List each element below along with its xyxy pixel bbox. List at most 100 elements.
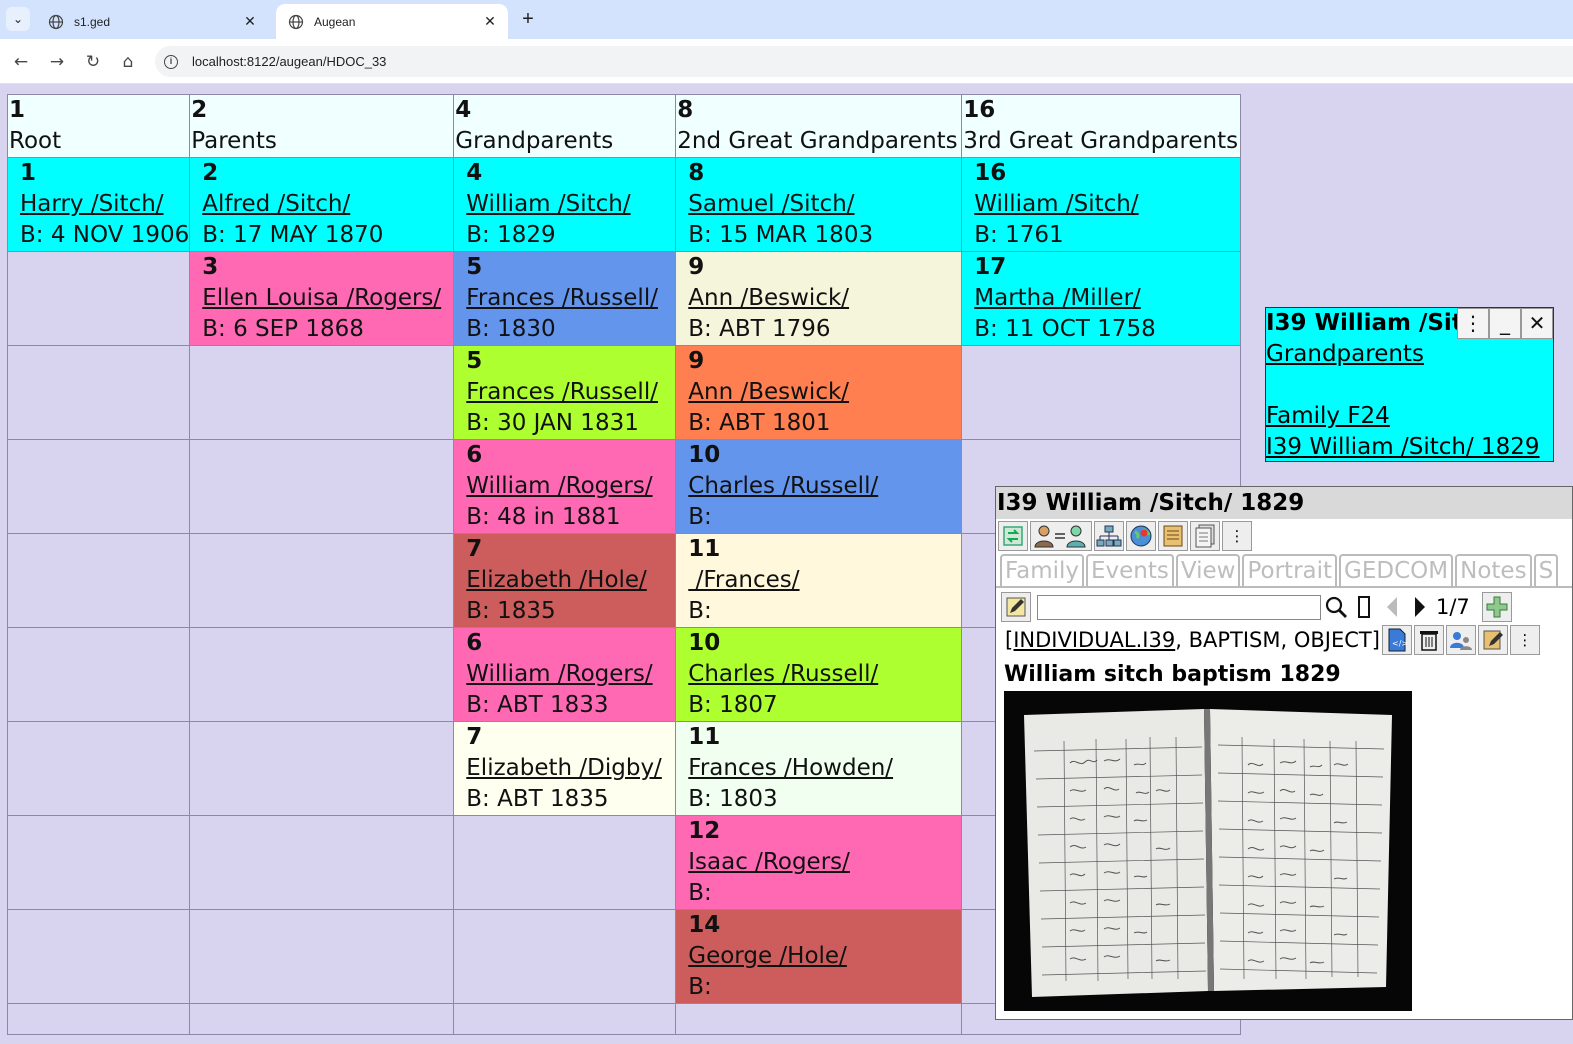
person-cell: 10 Charles /Russell/B: — [675, 439, 963, 534]
empty-cell — [189, 533, 455, 628]
person-link[interactable]: Alfred /Sitch/ — [202, 189, 453, 220]
person-link[interactable]: Ann /Beswick/ — [688, 283, 961, 314]
empty-cell — [6, 533, 191, 628]
edit-note-icon[interactable] — [1477, 625, 1508, 655]
person-cell: 14 George /Hole/B: — [675, 909, 963, 1004]
minimize-icon[interactable]: _ — [1489, 308, 1521, 339]
person-link[interactable]: Ellen Louisa /Rogers/ — [202, 283, 453, 314]
individual-link[interactable]: I39 William /Sitch/ 1829 — [1266, 432, 1553, 461]
site-info-icon[interactable]: i — [164, 54, 178, 69]
empty-cell — [6, 439, 191, 534]
person-link[interactable]: William /Rogers/ — [466, 471, 675, 502]
person-link[interactable]: Martha /Miller/ — [974, 283, 1240, 314]
address-bar[interactable]: i localhost:8122/augean/HDOC_33 — [155, 46, 1573, 77]
person-link[interactable]: William /Sitch/ — [974, 189, 1240, 220]
grandparents-link[interactable]: Grandparents — [1266, 339, 1553, 370]
person-link[interactable]: Frances /Howden/ — [688, 753, 961, 784]
generation-header: 8 2nd Great Grandparents — [675, 94, 963, 158]
tab-portrait[interactable]: Portrait — [1242, 554, 1338, 587]
empty-cell — [189, 721, 455, 816]
tab-family[interactable]: Family — [1000, 554, 1085, 587]
tab-title: Augean — [314, 14, 356, 29]
source-code-icon[interactable]: </> — [1381, 625, 1412, 655]
person-link[interactable]: William /Sitch/ — [466, 189, 675, 220]
person-cell: 9 Ann /Beswick/B: ABT 1801 — [675, 345, 963, 440]
person-cell: 6 William /Rogers/B: 48 in 1881 — [453, 439, 677, 534]
person-link[interactable]: Charles /Russell/ — [688, 659, 961, 690]
media-pager: 1/7 — [1436, 595, 1470, 619]
person-link[interactable]: Frances /Russell/ — [466, 377, 675, 408]
tab-s[interactable]: S — [1533, 554, 1559, 587]
person-link[interactable]: Isaac /Rogers/ — [688, 847, 961, 878]
tab-search-chevron-down-icon[interactable]: ⌄ — [6, 7, 30, 31]
back-arrow-icon[interactable]: ← — [10, 51, 32, 73]
forward-arrow-icon[interactable]: → — [46, 51, 68, 73]
person-cell: 12 Isaac /Rogers/B: — [675, 815, 963, 910]
person-cell: 8 Samuel /Sitch/B: 15 MAR 1803 — [675, 157, 963, 252]
new-tab-plus-icon[interactable]: + — [516, 8, 540, 32]
panel-toolbar: ⋮ — [996, 521, 1572, 551]
map-globe-icon[interactable] — [1126, 521, 1156, 551]
person-link[interactable]: William /Rogers/ — [466, 659, 675, 690]
swap-person-icon[interactable] — [1030, 521, 1092, 551]
close-tab-icon[interactable]: ✕ — [482, 13, 498, 30]
browser-tab-augean[interactable]: Augean ✕ — [276, 4, 508, 39]
empty-cell — [6, 815, 191, 910]
search-icon[interactable] — [1323, 593, 1349, 621]
more-options-icon[interactable]: ⋮ — [1457, 308, 1489, 339]
media-caption: William sitch baptism 1829 — [1004, 662, 1341, 687]
edit-pencil-icon[interactable] — [1001, 592, 1031, 622]
tab-view[interactable]: View — [1175, 554, 1241, 587]
empty-cell — [453, 909, 677, 1004]
close-icon[interactable]: ✕ — [1521, 308, 1553, 339]
person-cell: 4 William /Sitch/B: 1829 — [453, 157, 677, 252]
person-link[interactable]: Charles /Russell/ — [688, 471, 961, 502]
empty-cell — [6, 1003, 191, 1035]
documents-icon[interactable] — [1190, 521, 1220, 551]
generation-header: 2 Parents — [189, 94, 455, 158]
previous-arrow-icon[interactable] — [1379, 593, 1405, 621]
notes-icon[interactable] — [1158, 521, 1188, 551]
tab-events[interactable]: Events — [1086, 554, 1174, 587]
empty-cell — [189, 345, 455, 440]
url-text: localhost:8122/augean/HDOC_33 — [192, 54, 387, 69]
person-cell: 7 Elizabeth /Hole/B: 1835 — [453, 533, 677, 628]
more-options-icon[interactable]: ⋮ — [1222, 521, 1252, 551]
tab-notes[interactable]: Notes — [1455, 554, 1532, 587]
reload-icon[interactable]: ↻ — [82, 51, 104, 73]
add-plus-icon[interactable] — [1481, 592, 1512, 622]
browser-tab-s1-ged[interactable]: s1.ged ✕ — [36, 4, 268, 39]
browser-tab-bar: ⌄ s1.ged ✕ Augean ✕ + — [0, 0, 1573, 39]
baptism-register-image[interactable] — [1004, 691, 1412, 1011]
empty-cell — [189, 627, 455, 722]
close-tab-icon[interactable]: ✕ — [242, 13, 258, 30]
home-icon[interactable]: ⌂ — [117, 51, 139, 73]
refresh-icon[interactable] — [998, 521, 1028, 551]
tree-chart-icon[interactable] — [1094, 521, 1124, 551]
more-options-icon[interactable]: ⋮ — [1509, 625, 1540, 655]
person-link[interactable]: /Frances/ — [688, 565, 961, 596]
media-search-input[interactable] — [1037, 594, 1321, 620]
family-link[interactable]: Family F24 — [1266, 401, 1553, 432]
people-link-icon[interactable] — [1445, 625, 1476, 655]
delete-trash-icon[interactable] — [1413, 625, 1444, 655]
panel-title[interactable]: I39 William /Sitch/ 1829 — [996, 487, 1572, 519]
person-summary-popup: I39 William /Sitch/ 1829 ⋮ _ ✕ Grandpare… — [1265, 307, 1554, 462]
person-link[interactable]: Samuel /Sitch/ — [688, 189, 961, 220]
person-link[interactable]: Frances /Russell/ — [466, 283, 675, 314]
generation-header: 4 Grandparents — [453, 94, 677, 158]
tab-gedcom[interactable]: GEDCOM — [1339, 554, 1454, 587]
person-link[interactable]: George /Hole/ — [688, 941, 961, 972]
person-link[interactable]: Elizabeth /Digby/ — [466, 753, 675, 784]
next-arrow-icon[interactable] — [1407, 593, 1433, 621]
popup-title: I39 William /Sitch/ 1829 — [1266, 310, 1466, 336]
individual-record-link[interactable]: [INDIVIDUAL.I39 — [1005, 628, 1175, 652]
person-cell: 2 Alfred /Sitch/B: 17 MAY 1870 — [189, 157, 455, 252]
person-link[interactable]: Elizabeth /Hole/ — [466, 565, 675, 596]
frame-icon[interactable] — [1351, 593, 1377, 621]
globe-icon — [288, 14, 304, 29]
person-cell: 1 Harry /Sitch/B: 4 NOV 1906 — [6, 157, 191, 252]
person-link[interactable]: Harry /Sitch/ — [20, 189, 189, 220]
tab-title: s1.ged — [74, 14, 111, 29]
person-link[interactable]: Ann /Beswick/ — [688, 377, 961, 408]
